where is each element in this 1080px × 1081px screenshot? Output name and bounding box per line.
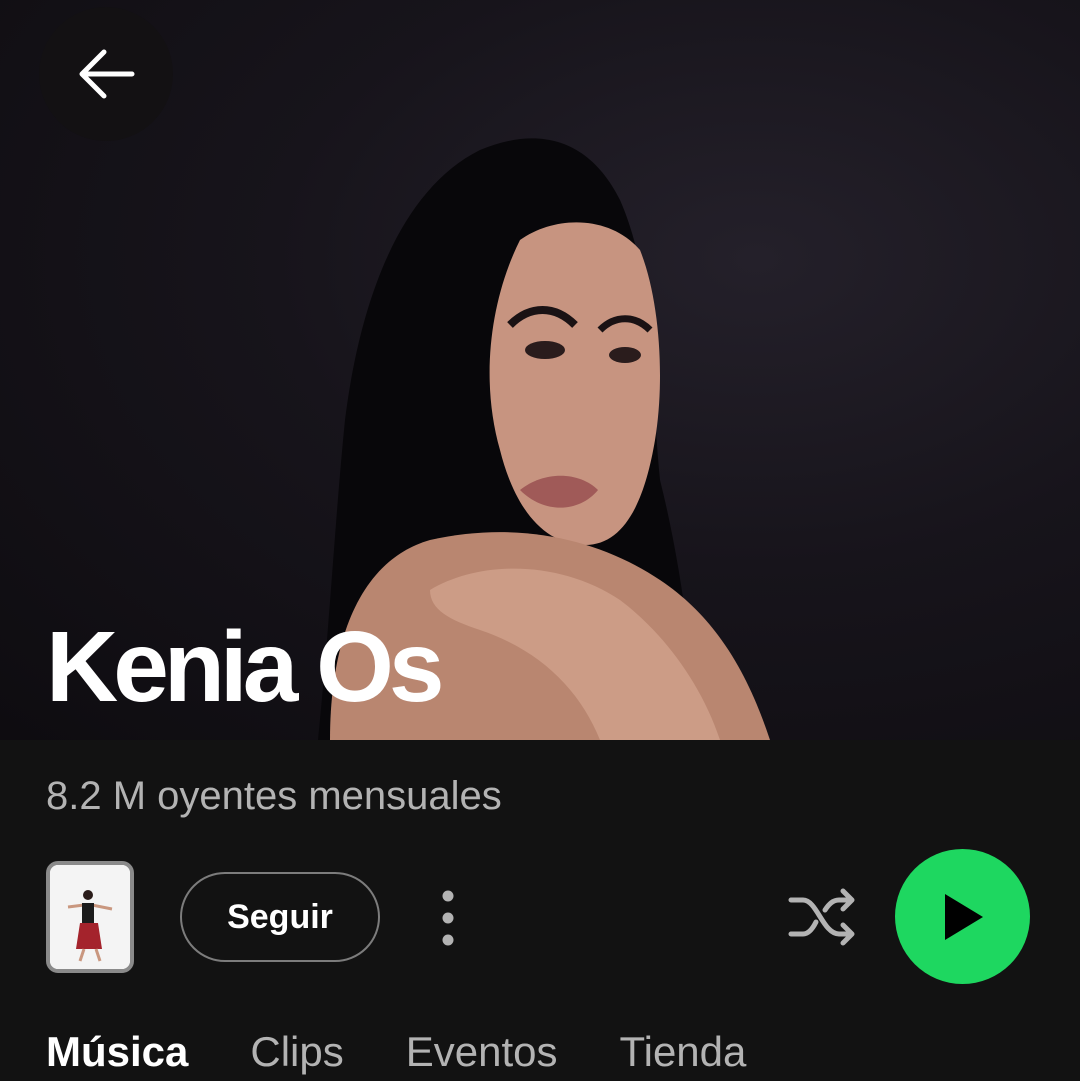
artist-tabs: Música Clips Eventos Tienda — [46, 1022, 746, 1081]
dancer-image — [50, 865, 130, 969]
shuffle-icon — [788, 888, 855, 946]
artist-pick-thumbnail[interactable] — [46, 861, 134, 973]
arrow-left-icon — [79, 49, 135, 99]
more-options-button[interactable] — [426, 880, 470, 956]
shuffle-button[interactable] — [784, 882, 860, 952]
play-button[interactable] — [895, 849, 1030, 984]
tab-eventos[interactable]: Eventos — [406, 1022, 558, 1081]
tab-musica[interactable]: Música — [46, 1022, 188, 1081]
follow-button[interactable]: Seguir — [180, 872, 380, 962]
back-button[interactable] — [39, 7, 173, 141]
artist-name: Kenia Os — [46, 611, 444, 723]
play-icon — [944, 893, 983, 940]
artist-hero-image: Kenia Os — [0, 0, 1080, 740]
monthly-listeners: 8.2 M oyentes mensuales — [46, 774, 502, 818]
more-vertical-icon — [442, 890, 454, 946]
tab-tienda[interactable]: Tienda — [620, 1022, 747, 1081]
tab-clips[interactable]: Clips — [250, 1022, 343, 1081]
